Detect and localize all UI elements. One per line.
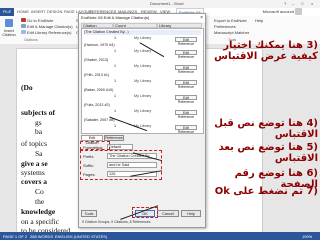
title-bar: Document1 - Word ? – □ × — [0, 0, 320, 8]
list-item[interactable]: (The Citation Created By...) — [84, 30, 201, 35]
annotation-5: (5 هنا توضع نص بعد الاقتباس — [218, 142, 318, 164]
language-indicator: ENGLISH (UNITED STATES) — [55, 234, 108, 239]
edit-reference-button[interactable]: Edit Reference — [175, 37, 197, 46]
formatting-highlight — [80, 141, 110, 150]
list-item[interactable]: (Sabater, 2007 #8) — [84, 118, 201, 123]
help-icon[interactable]: ? — [284, 1, 286, 6]
edit-reference-button[interactable]: Edit Reference — [175, 80, 197, 89]
preferences-button[interactable]: Preferences — [214, 24, 236, 29]
list-item[interactable]: (Frith, 2013 #1) — [84, 73, 201, 78]
doc-line: knowledge — [21, 207, 56, 216]
doc-line: subjects of — [21, 108, 55, 117]
insert-citation-icon[interactable] — [5, 19, 13, 27]
dialog-close-icon[interactable]: × — [200, 15, 203, 21]
status-bar: PAGE 1 OF 2 288 WORDS ENGLISH (UNITED ST… — [0, 232, 320, 240]
edit-reference-button[interactable]: Edit Reference — [175, 65, 197, 74]
doc-line: give a se — [21, 159, 48, 168]
doc-line: (Do — [21, 83, 33, 92]
page-count: PAGE 1 OF 2 — [3, 234, 28, 239]
window-title: Document1 - Word — [150, 1, 184, 6]
annotation-7: (7 تم نضغط على Ok — [214, 186, 318, 197]
doc-line: ba — [35, 127, 43, 136]
row-library: My Library — [134, 94, 152, 98]
row-library: My Library — [134, 36, 152, 40]
row-library: My Library — [134, 79, 152, 83]
edit-citation-dialog: EndNote X8 Edit & Manage Citation(s) × C… — [78, 13, 206, 228]
fields-highlight — [80, 150, 162, 180]
endnote-icon — [21, 18, 26, 22]
edit-reference-button[interactable]: Edit Reference — [175, 50, 197, 59]
row-citation: (Sabater, 2007 #8) — [84, 118, 115, 122]
row-count: 1 — [114, 79, 117, 83]
maximize-button[interactable]: □ — [301, 1, 303, 6]
row-library: My Library — [134, 109, 152, 113]
row-count: 1 — [114, 109, 117, 113]
word-count: 288 WORDS — [30, 234, 54, 239]
edit-reference-button[interactable]: Edit Reference — [175, 95, 197, 104]
manuscript-matcher-button[interactable]: Manuscript Matcher — [214, 30, 249, 35]
row-citation: (The Citation Created By...) — [84, 30, 129, 34]
doc-line: Co — [35, 187, 44, 196]
row-count: 1 — [114, 49, 117, 53]
sign-in-link[interactable]: Microsoft account — [263, 9, 294, 14]
cancel-button[interactable]: Cancel — [157, 210, 179, 217]
doc-line: Sa — [35, 149, 43, 158]
edit-manage-icon — [21, 24, 26, 28]
row-count: 1 — [114, 124, 117, 128]
tab-insert[interactable]: INSERT — [31, 9, 46, 14]
row-citation: (Fultz, 2013 #2) — [84, 103, 110, 107]
edit-library-icon — [21, 30, 26, 34]
minimize-button[interactable]: – — [292, 1, 294, 6]
zoom-level[interactable]: 100% — [302, 234, 312, 239]
row-citation: (Frith, 2013 #1) — [84, 73, 110, 77]
tools-button[interactable]: Tools — [81, 210, 97, 217]
row-count: 1 — [114, 64, 117, 68]
list-item[interactable]: (Fultz, 2013 #2) — [84, 103, 201, 108]
help-button[interactable]: Help — [255, 18, 263, 23]
edit-library-button[interactable]: Edit Library Reference(s) — [27, 30, 71, 35]
row-citation: (Hanson, 1970 #4) — [84, 43, 115, 47]
row-count: 1 — [114, 94, 117, 98]
tab-file[interactable]: FILE — [0, 8, 14, 16]
annotation-3: (3 هنا يمكنك اختيار كيفية عرض الاقتباس — [214, 40, 318, 62]
edit-reference-button[interactable]: Edit Reference — [175, 125, 197, 134]
row-citation: (Shaker, 2013) — [84, 58, 109, 62]
row-count: 1 — [114, 36, 117, 40]
dialog-help-button[interactable]: Help — [181, 210, 201, 217]
close-button[interactable]: × — [311, 1, 313, 6]
row-library: My Library — [134, 49, 152, 53]
tab-home[interactable]: HOME — [17, 9, 29, 14]
edit-reference-button[interactable]: Edit Reference — [175, 110, 197, 119]
annotation-4: (4 هنا توضع نص قبل الاقتباس — [214, 118, 318, 140]
dialog-title: EndNote X8 Edit & Manage Citation(s) — [79, 14, 205, 22]
avatar[interactable] — [295, 8, 302, 15]
row-library: My Library — [134, 64, 152, 68]
group-citations-label: Citations — [24, 38, 38, 42]
list-item[interactable]: (Baker, 2000 #10) — [84, 88, 201, 93]
doc-line: covers a — [21, 177, 48, 186]
tab-design[interactable]: DESIGN — [47, 9, 62, 14]
doc-line: gs — [35, 118, 42, 127]
doc-line: on a specific — [21, 217, 59, 226]
edit-manage-button[interactable]: Edit & Manage Citation(s) — [27, 24, 73, 29]
doc-line: systems — [21, 168, 45, 177]
dialog-status: 9 Citation Groups, 9 Citations, 8 Refere… — [82, 220, 151, 224]
insert-citation-button[interactable]: Insert Citation — [2, 29, 16, 37]
go-to-endnote-button[interactable]: Go to EndNote — [27, 18, 53, 23]
row-citation: (Baker, 2000 #10) — [84, 88, 114, 92]
doc-line: the — [35, 197, 45, 206]
doc-line: of topics — [21, 139, 48, 148]
export-endnote-button[interactable]: Export to EndNote — [214, 18, 247, 23]
list-item[interactable]: (Shaker, 2013) — [84, 58, 201, 63]
